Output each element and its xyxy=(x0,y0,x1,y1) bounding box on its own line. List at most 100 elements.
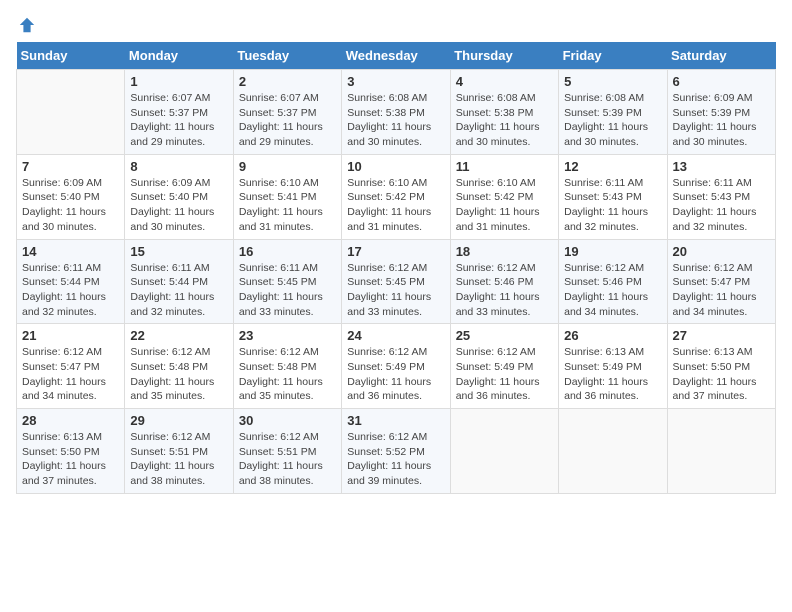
day-cell: 31 Sunrise: 6:12 AMSunset: 5:52 PMDaylig… xyxy=(342,409,450,494)
day-cell: 23 Sunrise: 6:12 AMSunset: 5:48 PMDaylig… xyxy=(233,324,341,409)
day-header-friday: Friday xyxy=(559,42,667,70)
day-number: 14 xyxy=(22,244,119,259)
day-cell: 3 Sunrise: 6:08 AMSunset: 5:38 PMDayligh… xyxy=(342,70,450,155)
day-cell: 7 Sunrise: 6:09 AMSunset: 5:40 PMDayligh… xyxy=(17,154,125,239)
day-cell: 1 Sunrise: 6:07 AMSunset: 5:37 PMDayligh… xyxy=(125,70,233,155)
day-number: 4 xyxy=(456,74,553,89)
day-number: 9 xyxy=(239,159,336,174)
day-detail: Sunrise: 6:12 AMSunset: 5:47 PMDaylight:… xyxy=(673,262,757,318)
day-detail: Sunrise: 6:10 AMSunset: 5:42 PMDaylight:… xyxy=(347,177,431,233)
day-number: 3 xyxy=(347,74,444,89)
day-cell: 26 Sunrise: 6:13 AMSunset: 5:49 PMDaylig… xyxy=(559,324,667,409)
week-row-2: 7 Sunrise: 6:09 AMSunset: 5:40 PMDayligh… xyxy=(17,154,776,239)
day-number: 11 xyxy=(456,159,553,174)
day-detail: Sunrise: 6:09 AMSunset: 5:39 PMDaylight:… xyxy=(673,92,757,148)
day-detail: Sunrise: 6:11 AMSunset: 5:43 PMDaylight:… xyxy=(564,177,648,233)
day-number: 18 xyxy=(456,244,553,259)
day-detail: Sunrise: 6:10 AMSunset: 5:42 PMDaylight:… xyxy=(456,177,540,233)
week-row-3: 14 Sunrise: 6:11 AMSunset: 5:44 PMDaylig… xyxy=(17,239,776,324)
day-cell: 22 Sunrise: 6:12 AMSunset: 5:48 PMDaylig… xyxy=(125,324,233,409)
day-detail: Sunrise: 6:08 AMSunset: 5:38 PMDaylight:… xyxy=(347,92,431,148)
day-cell: 9 Sunrise: 6:10 AMSunset: 5:41 PMDayligh… xyxy=(233,154,341,239)
day-number: 10 xyxy=(347,159,444,174)
day-header-tuesday: Tuesday xyxy=(233,42,341,70)
week-row-4: 21 Sunrise: 6:12 AMSunset: 5:47 PMDaylig… xyxy=(17,324,776,409)
day-number: 28 xyxy=(22,413,119,428)
day-cell xyxy=(559,409,667,494)
day-detail: Sunrise: 6:11 AMSunset: 5:45 PMDaylight:… xyxy=(239,262,323,318)
day-cell: 2 Sunrise: 6:07 AMSunset: 5:37 PMDayligh… xyxy=(233,70,341,155)
day-detail: Sunrise: 6:13 AMSunset: 5:49 PMDaylight:… xyxy=(564,346,648,402)
day-number: 31 xyxy=(347,413,444,428)
day-detail: Sunrise: 6:08 AMSunset: 5:39 PMDaylight:… xyxy=(564,92,648,148)
day-number: 5 xyxy=(564,74,661,89)
day-number: 7 xyxy=(22,159,119,174)
day-detail: Sunrise: 6:11 AMSunset: 5:44 PMDaylight:… xyxy=(130,262,214,318)
day-number: 29 xyxy=(130,413,227,428)
day-cell: 13 Sunrise: 6:11 AMSunset: 5:43 PMDaylig… xyxy=(667,154,775,239)
day-number: 6 xyxy=(673,74,770,89)
day-header-thursday: Thursday xyxy=(450,42,558,70)
day-cell: 20 Sunrise: 6:12 AMSunset: 5:47 PMDaylig… xyxy=(667,239,775,324)
day-number: 22 xyxy=(130,328,227,343)
day-header-wednesday: Wednesday xyxy=(342,42,450,70)
day-number: 21 xyxy=(22,328,119,343)
day-detail: Sunrise: 6:12 AMSunset: 5:51 PMDaylight:… xyxy=(239,431,323,487)
logo-icon xyxy=(18,16,36,34)
day-detail: Sunrise: 6:07 AMSunset: 5:37 PMDaylight:… xyxy=(130,92,214,148)
day-detail: Sunrise: 6:12 AMSunset: 5:49 PMDaylight:… xyxy=(347,346,431,402)
day-detail: Sunrise: 6:10 AMSunset: 5:41 PMDaylight:… xyxy=(239,177,323,233)
day-number: 19 xyxy=(564,244,661,259)
day-detail: Sunrise: 6:12 AMSunset: 5:49 PMDaylight:… xyxy=(456,346,540,402)
day-detail: Sunrise: 6:11 AMSunset: 5:43 PMDaylight:… xyxy=(673,177,757,233)
day-cell: 16 Sunrise: 6:11 AMSunset: 5:45 PMDaylig… xyxy=(233,239,341,324)
day-detail: Sunrise: 6:08 AMSunset: 5:38 PMDaylight:… xyxy=(456,92,540,148)
week-row-1: 1 Sunrise: 6:07 AMSunset: 5:37 PMDayligh… xyxy=(17,70,776,155)
day-number: 16 xyxy=(239,244,336,259)
day-detail: Sunrise: 6:13 AMSunset: 5:50 PMDaylight:… xyxy=(22,431,106,487)
day-cell: 17 Sunrise: 6:12 AMSunset: 5:45 PMDaylig… xyxy=(342,239,450,324)
week-row-5: 28 Sunrise: 6:13 AMSunset: 5:50 PMDaylig… xyxy=(17,409,776,494)
day-number: 1 xyxy=(130,74,227,89)
day-cell: 19 Sunrise: 6:12 AMSunset: 5:46 PMDaylig… xyxy=(559,239,667,324)
day-number: 27 xyxy=(673,328,770,343)
day-number: 20 xyxy=(673,244,770,259)
day-cell: 14 Sunrise: 6:11 AMSunset: 5:44 PMDaylig… xyxy=(17,239,125,324)
day-number: 8 xyxy=(130,159,227,174)
day-number: 24 xyxy=(347,328,444,343)
day-cell: 11 Sunrise: 6:10 AMSunset: 5:42 PMDaylig… xyxy=(450,154,558,239)
day-number: 17 xyxy=(347,244,444,259)
day-detail: Sunrise: 6:12 AMSunset: 5:47 PMDaylight:… xyxy=(22,346,106,402)
day-header-saturday: Saturday xyxy=(667,42,775,70)
day-cell: 15 Sunrise: 6:11 AMSunset: 5:44 PMDaylig… xyxy=(125,239,233,324)
day-detail: Sunrise: 6:07 AMSunset: 5:37 PMDaylight:… xyxy=(239,92,323,148)
day-cell: 4 Sunrise: 6:08 AMSunset: 5:38 PMDayligh… xyxy=(450,70,558,155)
days-header-row: SundayMondayTuesdayWednesdayThursdayFrid… xyxy=(17,42,776,70)
day-detail: Sunrise: 6:12 AMSunset: 5:48 PMDaylight:… xyxy=(239,346,323,402)
day-number: 25 xyxy=(456,328,553,343)
day-cell xyxy=(450,409,558,494)
day-header-sunday: Sunday xyxy=(17,42,125,70)
day-detail: Sunrise: 6:12 AMSunset: 5:46 PMDaylight:… xyxy=(564,262,648,318)
day-cell: 5 Sunrise: 6:08 AMSunset: 5:39 PMDayligh… xyxy=(559,70,667,155)
day-detail: Sunrise: 6:11 AMSunset: 5:44 PMDaylight:… xyxy=(22,262,106,318)
day-cell: 21 Sunrise: 6:12 AMSunset: 5:47 PMDaylig… xyxy=(17,324,125,409)
day-cell: 6 Sunrise: 6:09 AMSunset: 5:39 PMDayligh… xyxy=(667,70,775,155)
day-number: 23 xyxy=(239,328,336,343)
day-number: 15 xyxy=(130,244,227,259)
day-number: 12 xyxy=(564,159,661,174)
day-cell xyxy=(667,409,775,494)
day-cell: 24 Sunrise: 6:12 AMSunset: 5:49 PMDaylig… xyxy=(342,324,450,409)
day-detail: Sunrise: 6:12 AMSunset: 5:48 PMDaylight:… xyxy=(130,346,214,402)
day-detail: Sunrise: 6:12 AMSunset: 5:45 PMDaylight:… xyxy=(347,262,431,318)
day-cell: 12 Sunrise: 6:11 AMSunset: 5:43 PMDaylig… xyxy=(559,154,667,239)
day-detail: Sunrise: 6:12 AMSunset: 5:46 PMDaylight:… xyxy=(456,262,540,318)
logo xyxy=(16,16,36,34)
day-header-monday: Monday xyxy=(125,42,233,70)
day-cell: 18 Sunrise: 6:12 AMSunset: 5:46 PMDaylig… xyxy=(450,239,558,324)
day-detail: Sunrise: 6:13 AMSunset: 5:50 PMDaylight:… xyxy=(673,346,757,402)
calendar-table: SundayMondayTuesdayWednesdayThursdayFrid… xyxy=(16,42,776,494)
day-detail: Sunrise: 6:12 AMSunset: 5:52 PMDaylight:… xyxy=(347,431,431,487)
day-number: 26 xyxy=(564,328,661,343)
day-cell: 10 Sunrise: 6:10 AMSunset: 5:42 PMDaylig… xyxy=(342,154,450,239)
